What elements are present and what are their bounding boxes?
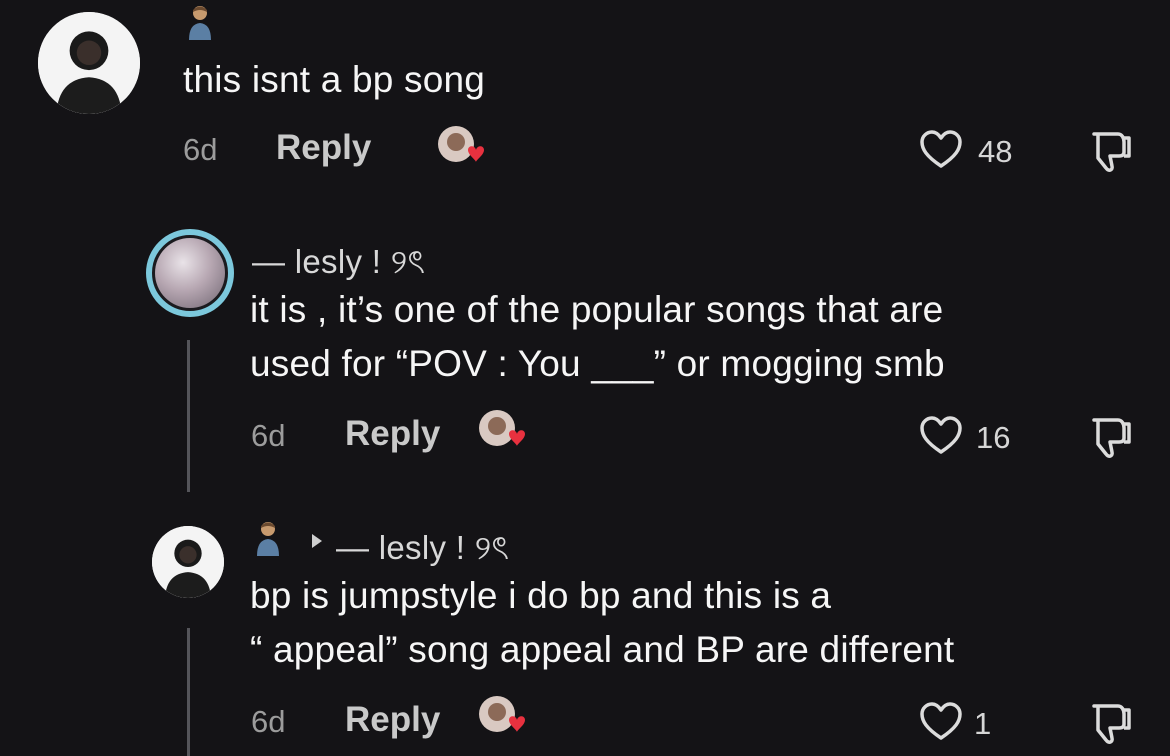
like-count: 48 — [978, 134, 1013, 169]
comment-timestamp: 6d — [251, 418, 286, 453]
dislike-icon[interactable] — [1086, 416, 1132, 460]
creator-liked-badge-icon — [475, 408, 531, 452]
comment-text-line: bp is jumpstyle i do bp and this is a — [250, 575, 832, 616]
comment-timestamp: 6d — [183, 132, 218, 167]
thread-line — [187, 628, 190, 756]
comment-text-line: “ appeal” song appeal and BP are differe… — [250, 629, 955, 670]
reply-button[interactable]: Reply — [276, 128, 371, 168]
comment-text-line: used for “POV : You ___” or mogging smb — [250, 343, 945, 384]
avatar-image — [155, 238, 225, 308]
reply-button[interactable]: Reply — [345, 700, 440, 740]
like-heart-icon[interactable] — [920, 416, 962, 456]
reply-button[interactable]: Reply — [345, 414, 440, 454]
like-count: 16 — [976, 420, 1011, 455]
thread-line — [187, 340, 190, 492]
comment-text: this isnt a bp song — [183, 59, 486, 100]
creator-liked-badge-icon — [434, 124, 490, 168]
comment-timestamp: 6d — [251, 704, 286, 739]
dislike-icon[interactable] — [1086, 130, 1132, 174]
person-emoji-icon — [186, 4, 214, 40]
user-avatar[interactable] — [152, 526, 224, 598]
comment-text-line: it is , it’s one of the popular songs th… — [250, 289, 944, 330]
user-avatar[interactable] — [38, 12, 140, 114]
person-emoji-icon — [254, 520, 282, 556]
creator-liked-badge-icon — [475, 694, 531, 738]
like-count: 1 — [974, 706, 992, 741]
user-avatar[interactable] — [146, 229, 234, 317]
dislike-icon[interactable] — [1086, 702, 1132, 746]
like-heart-icon[interactable] — [920, 702, 962, 742]
reply-arrow-icon — [310, 533, 324, 549]
like-heart-icon[interactable] — [920, 130, 962, 170]
